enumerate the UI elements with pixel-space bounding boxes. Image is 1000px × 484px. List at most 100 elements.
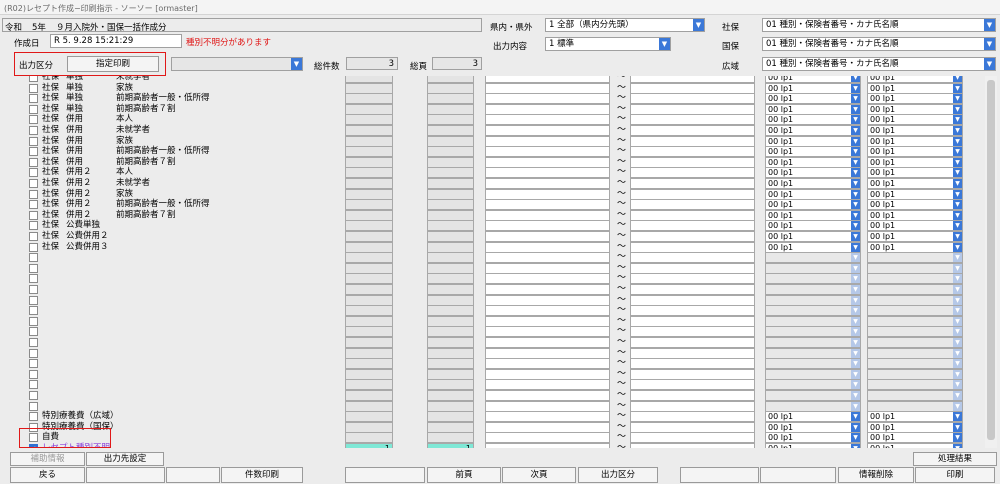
printer-select-2[interactable]: ▼ — [867, 262, 963, 274]
printer-select-2[interactable]: ▼ — [867, 273, 963, 285]
row-checkbox[interactable] — [29, 263, 38, 273]
printer-select-1[interactable]: 00 lp1 ▼ — [765, 114, 861, 126]
printer-select-2[interactable]: 00 lp1 ▼ — [867, 114, 963, 126]
printer-select-2[interactable]: 00 lp1 ▼ — [867, 411, 963, 423]
row-checkbox[interactable] — [29, 136, 38, 146]
range-end-field[interactable] — [630, 294, 755, 306]
range-end-field[interactable] — [630, 368, 755, 380]
kokuho-order-combo[interactable]: 01 種別・保険者番号・カナ氏名順 ▼ — [762, 37, 996, 51]
printer-select-2[interactable]: ▼ — [867, 326, 963, 338]
printer-select-2[interactable]: 00 lp1 ▼ — [867, 209, 963, 221]
range-end-field[interactable] — [630, 443, 755, 448]
range-start-field[interactable] — [485, 337, 610, 348]
range-end-field[interactable] — [630, 262, 755, 274]
function-key-9[interactable] — [680, 467, 759, 483]
printer-select-1[interactable]: 00 lp1 ▼ — [765, 421, 861, 433]
row-checkbox[interactable] — [29, 76, 38, 82]
printer-select-1[interactable]: 00 lp1 ▼ — [765, 178, 861, 189]
row-checkbox[interactable] — [29, 285, 38, 294]
printer-select-1[interactable]: ▼ — [765, 262, 861, 274]
range-start-field[interactable] — [485, 421, 610, 433]
range-start-field[interactable] — [485, 326, 610, 338]
printer-select-1[interactable]: 00 lp1 ▼ — [765, 135, 861, 147]
printer-select-2[interactable]: 00 lp1 ▼ — [867, 231, 963, 242]
range-start-field[interactable] — [485, 146, 610, 158]
range-start-field[interactable] — [485, 358, 610, 370]
row-checkbox[interactable] — [29, 126, 38, 135]
printer-select-2[interactable]: 00 lp1 ▼ — [867, 93, 963, 105]
printer-select-2[interactable]: ▼ — [867, 400, 963, 412]
pref-combo[interactable]: 1 全部（県内分先頭） ▼ — [545, 18, 705, 32]
printer-select-1[interactable]: 00 lp1 ▼ — [765, 156, 861, 168]
range-start-field[interactable] — [485, 156, 610, 168]
output-combo[interactable]: ▼ — [171, 57, 303, 71]
printer-select-2[interactable]: 00 lp1 ▼ — [867, 82, 963, 94]
range-start-field[interactable] — [485, 400, 610, 412]
printer-select-2[interactable]: ▼ — [867, 368, 963, 380]
function-key-3[interactable] — [166, 467, 220, 483]
function-key-1[interactable]: 戻る — [10, 467, 85, 483]
printer-select-1[interactable]: 00 lp1 ▼ — [765, 411, 861, 423]
range-end-field[interactable] — [630, 379, 755, 391]
printer-select-1[interactable]: 00 lp1 ▼ — [765, 199, 861, 211]
range-end-field[interactable] — [630, 114, 755, 126]
printer-select-2[interactable]: 00 lp1 ▼ — [867, 220, 963, 232]
printer-select-1[interactable]: ▼ — [765, 294, 861, 306]
printer-select-2[interactable]: 00 lp1 ▼ — [867, 135, 963, 147]
row-checkbox[interactable] — [29, 157, 38, 167]
printer-select-1[interactable]: ▼ — [765, 305, 861, 317]
range-end-field[interactable] — [630, 103, 755, 115]
range-start-field[interactable] — [485, 220, 610, 232]
range-end-field[interactable] — [630, 305, 755, 317]
range-start-field[interactable] — [485, 188, 610, 200]
row-checkbox[interactable] — [29, 316, 38, 326]
range-end-field[interactable] — [630, 93, 755, 105]
row-checkbox[interactable] — [29, 253, 38, 263]
range-end-field[interactable] — [630, 315, 755, 327]
range-end-field[interactable] — [630, 135, 755, 147]
printer-select-1[interactable]: 00 lp1 ▼ — [765, 167, 861, 179]
range-start-field[interactable] — [485, 231, 610, 242]
row-checkbox[interactable] — [29, 232, 38, 241]
shaho-order-combo[interactable]: 01 種別・保険者番号・カナ氏名順 ▼ — [762, 18, 996, 32]
range-start-field[interactable] — [485, 103, 610, 115]
printer-select-1[interactable]: 00 lp1 ▼ — [765, 220, 861, 232]
row-checkbox[interactable] — [29, 221, 38, 231]
printer-select-2[interactable]: ▼ — [867, 337, 963, 348]
range-end-field[interactable] — [630, 273, 755, 285]
range-start-field[interactable] — [485, 443, 610, 448]
range-start-field[interactable] — [485, 411, 610, 423]
function-key-4[interactable]: 件数印刷 — [221, 467, 303, 483]
printer-select-1[interactable]: ▼ — [765, 400, 861, 412]
printer-select-2[interactable]: 00 lp1 ▼ — [867, 421, 963, 433]
range-end-field[interactable] — [630, 326, 755, 338]
range-end-field[interactable] — [630, 188, 755, 200]
range-start-field[interactable] — [485, 347, 610, 359]
row-checkbox[interactable] — [29, 94, 38, 104]
row-checkbox[interactable] — [29, 242, 38, 252]
range-start-field[interactable] — [485, 284, 610, 295]
function-key-10[interactable] — [760, 467, 836, 483]
printer-select-2[interactable]: ▼ — [867, 390, 963, 401]
range-start-field[interactable] — [485, 93, 610, 105]
printer-select-1[interactable]: 00 lp1 ▼ — [765, 432, 861, 444]
row-checkbox[interactable] — [29, 168, 38, 178]
printer-select-1[interactable]: 00 lp1 ▼ — [765, 231, 861, 242]
function-key-12[interactable]: 印刷 — [915, 467, 995, 483]
row-checkbox[interactable] — [29, 115, 38, 125]
printer-select-2[interactable]: 00 lp1 ▼ — [867, 432, 963, 444]
printer-select-2[interactable]: ▼ — [867, 379, 963, 391]
range-end-field[interactable] — [630, 241, 755, 253]
range-end-field[interactable] — [630, 284, 755, 295]
printer-select-2[interactable]: 00 lp1 ▼ — [867, 125, 963, 136]
scrollbar-thumb[interactable] — [987, 80, 995, 440]
designated-print-button[interactable]: 指定印刷 — [67, 56, 159, 72]
printer-select-1[interactable]: ▼ — [765, 390, 861, 401]
row-checkbox[interactable] — [29, 147, 38, 157]
printer-select-1[interactable]: 00 lp1 ▼ — [765, 82, 861, 94]
row-checkbox[interactable] — [29, 200, 38, 210]
printer-select-1[interactable]: ▼ — [765, 284, 861, 295]
range-end-field[interactable] — [630, 209, 755, 221]
function-key-6[interactable]: 前頁 — [427, 467, 501, 483]
range-end-field[interactable] — [630, 347, 755, 359]
